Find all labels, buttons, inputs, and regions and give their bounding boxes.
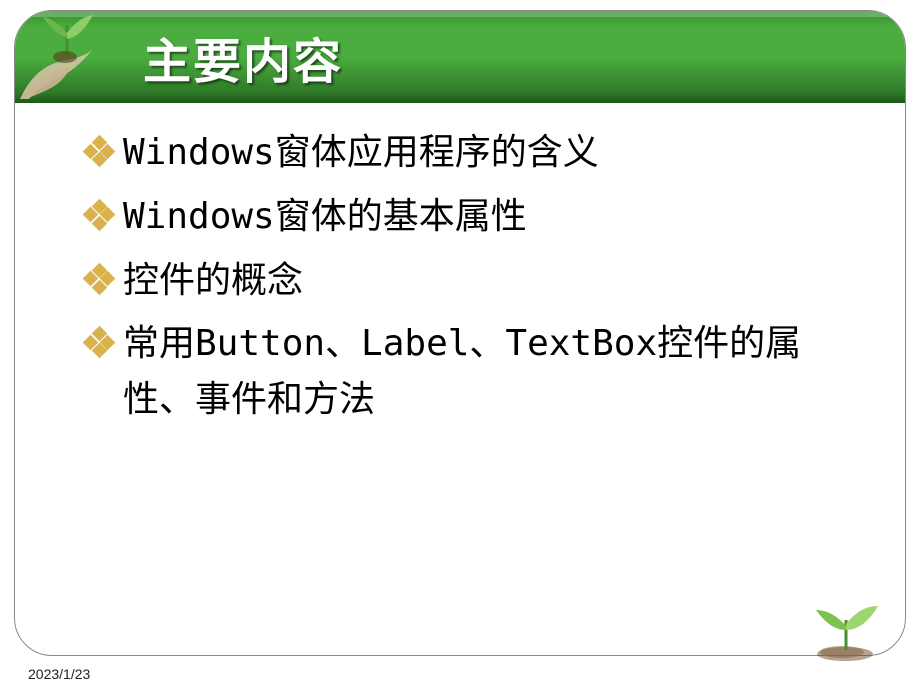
bullet-text: 常用Button、Label、TextBox控件的属性、事件和方法 (123, 323, 801, 420)
bullet-text: Windows窗体的基本属性 (123, 196, 527, 237)
list-item: 控件的概念 (87, 253, 865, 309)
slide-content: Windows窗体应用程序的含义 Windows窗体的基本属性 控件的概念 常用… (15, 103, 905, 428)
bullet-text: Windows窗体应用程序的含义 (123, 132, 599, 173)
list-item: Windows窗体应用程序的含义 (87, 125, 865, 181)
bullet-icon (87, 203, 111, 227)
slide-title: 主要内容 (143, 22, 343, 92)
bullet-icon (87, 139, 111, 163)
list-item: Windows窗体的基本属性 (87, 189, 865, 245)
slide-frame: 主要内容 Windows窗体应用程序的含义 Windows窗体的基本属性 控件的… (14, 10, 906, 656)
bullet-icon (87, 330, 111, 354)
bullet-text: 控件的概念 (123, 260, 303, 301)
slide-header: 主要内容 (15, 11, 905, 103)
plant-hand-icon (15, 11, 125, 103)
bullet-icon (87, 267, 111, 291)
list-item: 常用Button、Label、TextBox控件的属性、事件和方法 (87, 316, 865, 428)
sprout-decoration-icon (800, 602, 890, 662)
footer-date: 2023/1/23 (28, 666, 90, 682)
bullet-list: Windows窗体应用程序的含义 Windows窗体的基本属性 控件的概念 常用… (87, 125, 865, 428)
